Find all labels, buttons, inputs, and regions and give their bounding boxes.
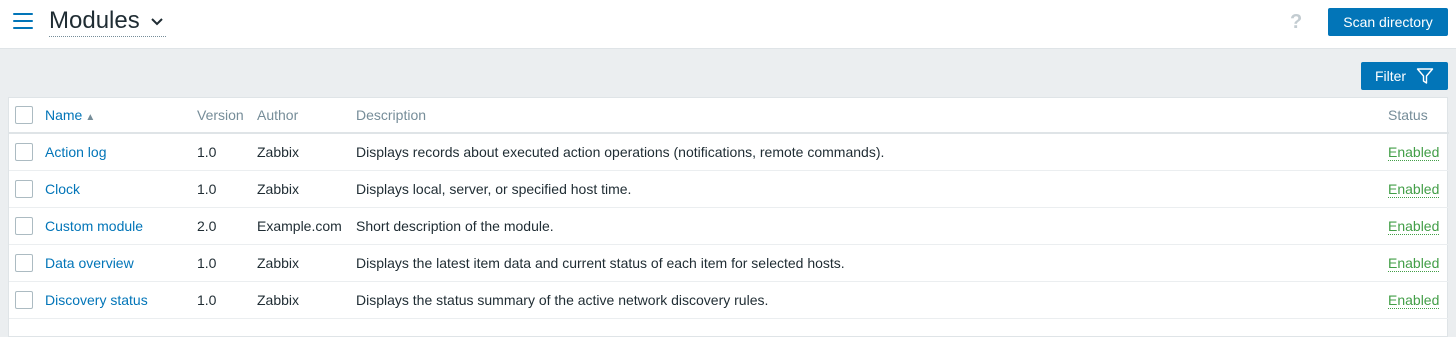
- table-row: Action log 1.0 Zabbix Displays records a…: [9, 133, 1449, 171]
- module-version: 1.0: [197, 281, 257, 319]
- module-name-link[interactable]: Action log: [45, 144, 106, 160]
- module-author: Zabbix: [257, 133, 356, 171]
- help-icon[interactable]: ?: [1290, 10, 1302, 34]
- filter-button[interactable]: Filter: [1361, 62, 1448, 90]
- row-checkbox[interactable]: [15, 254, 33, 272]
- module-description: Displays the status summary of the activ…: [356, 281, 1388, 319]
- status-toggle[interactable]: Enabled: [1388, 292, 1440, 309]
- module-version: 2.0: [197, 207, 257, 245]
- row-checkbox[interactable]: [15, 291, 33, 309]
- module-name-link[interactable]: Clock: [45, 181, 80, 197]
- column-header-version: Version: [197, 98, 257, 134]
- module-name-link[interactable]: Data overview: [45, 255, 134, 271]
- select-all-checkbox[interactable]: [15, 106, 33, 124]
- module-author: Zabbix: [257, 170, 356, 208]
- module-description: Displays records about executed action o…: [356, 133, 1388, 171]
- scan-directory-button[interactable]: Scan directory: [1328, 8, 1448, 36]
- module-description: Displays local, server, or specified hos…: [356, 170, 1388, 208]
- status-toggle[interactable]: Enabled: [1388, 218, 1440, 235]
- module-author: Zabbix: [257, 281, 356, 319]
- table-row: Clock 1.0 Zabbix Displays local, server,…: [9, 170, 1449, 208]
- column-header-description: Description: [356, 98, 1388, 134]
- status-toggle[interactable]: Enabled: [1388, 144, 1440, 161]
- column-header-author: Author: [257, 98, 356, 134]
- chevron-down-icon: [151, 18, 163, 26]
- row-checkbox[interactable]: [15, 217, 33, 235]
- page-title: Modules: [49, 7, 140, 34]
- sort-ascending-icon: ▲: [85, 112, 96, 123]
- filter-label: Filter: [1374, 68, 1407, 84]
- filter-icon: [1416, 68, 1434, 84]
- module-name-link[interactable]: Discovery status: [45, 292, 148, 308]
- row-checkbox[interactable]: [15, 143, 33, 161]
- table-row: Custom module 2.0 Example.com Short desc…: [9, 207, 1449, 245]
- column-header-status: Status: [1388, 98, 1449, 134]
- module-name-link[interactable]: Custom module: [45, 218, 143, 234]
- status-toggle[interactable]: Enabled: [1388, 181, 1440, 198]
- table-row: Data overview 1.0 Zabbix Displays the la…: [9, 244, 1449, 282]
- status-toggle[interactable]: Enabled: [1388, 255, 1440, 272]
- module-author: Example.com: [257, 207, 356, 245]
- page-title-dropdown[interactable]: Modules: [49, 6, 167, 37]
- module-description: Short description of the module.: [356, 207, 1388, 245]
- module-version: 1.0: [197, 244, 257, 282]
- column-header-name[interactable]: Name: [45, 107, 82, 123]
- menu-icon[interactable]: [13, 13, 33, 29]
- page-header: Modules ? Scan directory: [0, 0, 1456, 49]
- module-version: 1.0: [197, 170, 257, 208]
- module-description: Displays the latest item data and curren…: [356, 244, 1388, 282]
- table-row: Discovery status 1.0 Zabbix Displays the…: [9, 281, 1449, 319]
- module-version: 1.0: [197, 133, 257, 171]
- modules-table: Name ▲ Version Author Description Status …: [8, 97, 1449, 337]
- module-author: Zabbix: [257, 244, 356, 282]
- row-checkbox[interactable]: [15, 180, 33, 198]
- table-header-row: Name ▲ Version Author Description Status: [9, 98, 1449, 134]
